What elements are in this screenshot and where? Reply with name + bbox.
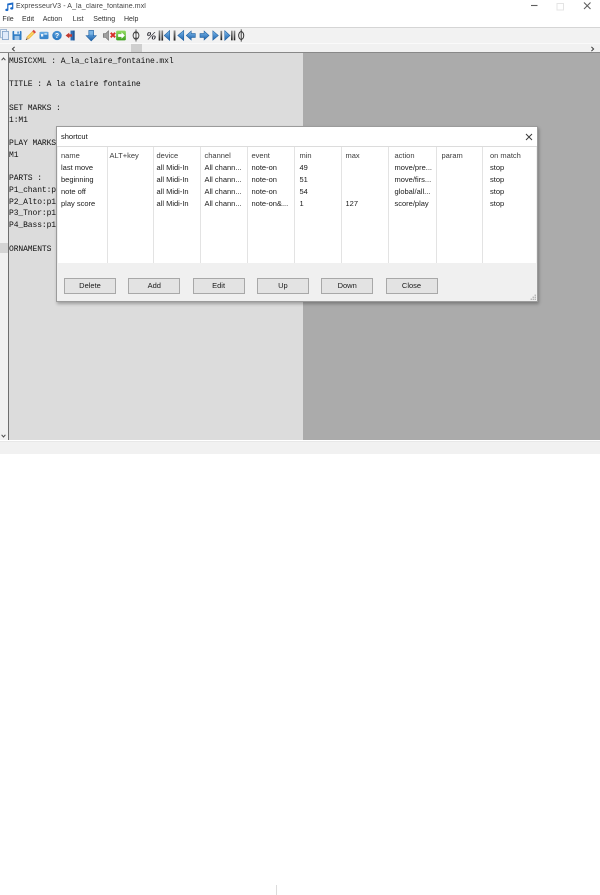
svg-text:%: % xyxy=(146,29,156,43)
svg-text:?: ? xyxy=(55,33,59,40)
